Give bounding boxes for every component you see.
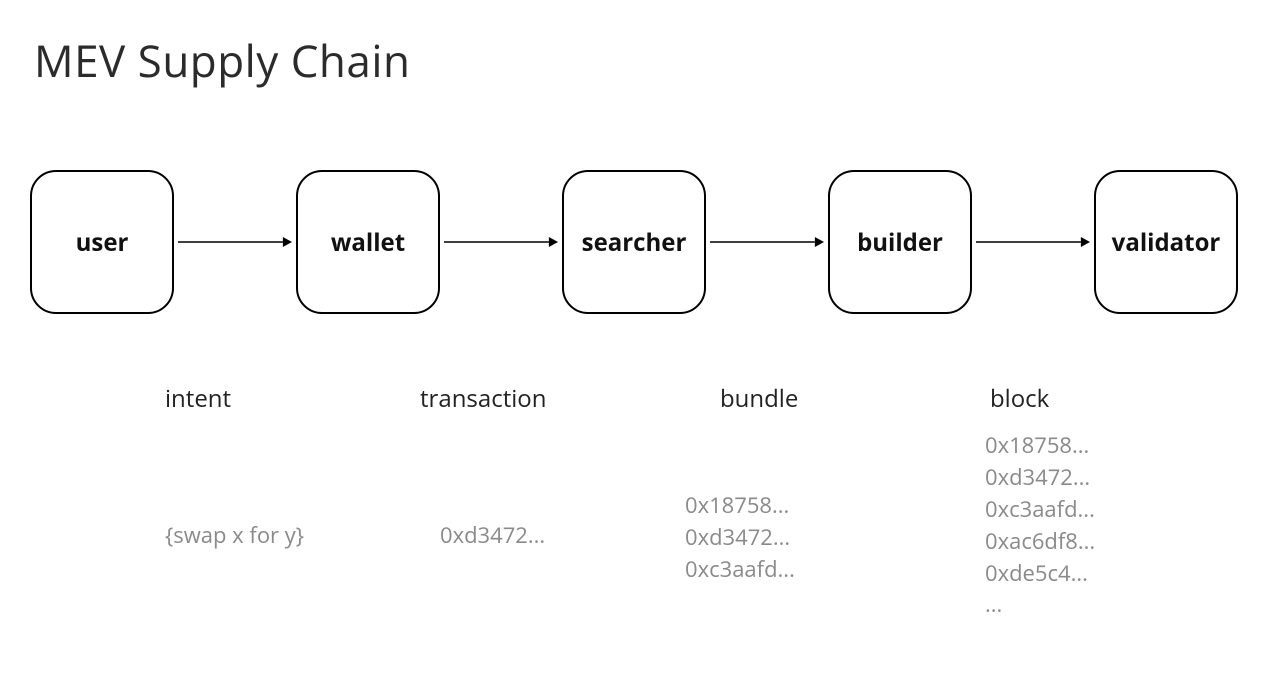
- node-wallet: wallet: [296, 170, 440, 314]
- label-block: block: [990, 382, 1049, 415]
- label-bundle: bundle: [720, 382, 798, 415]
- arrow-searcher-builder: [706, 241, 828, 243]
- node-user: user: [30, 170, 174, 314]
- node-searcher: searcher: [562, 170, 706, 314]
- flow-row: user wallet searcher builder validator: [30, 170, 1238, 314]
- arrow-wallet-searcher: [440, 241, 562, 243]
- label-intent: intent: [165, 382, 231, 415]
- label-transaction: transaction: [420, 382, 546, 415]
- detail-intent: {swap x for y}: [165, 520, 304, 552]
- node-validator: validator: [1094, 170, 1238, 314]
- detail-bundle: 0x18758...0xd3472...0xc3aafd...: [685, 490, 795, 586]
- node-builder: builder: [828, 170, 972, 314]
- detail-transaction: 0xd3472...: [440, 520, 545, 552]
- detail-block: 0x18758...0xd3472...0xc3aafd...0xac6df8.…: [985, 430, 1095, 621]
- arrow-builder-validator: [972, 241, 1094, 243]
- arrow-user-wallet: [174, 241, 296, 243]
- diagram-title: MEV Supply Chain: [34, 30, 410, 90]
